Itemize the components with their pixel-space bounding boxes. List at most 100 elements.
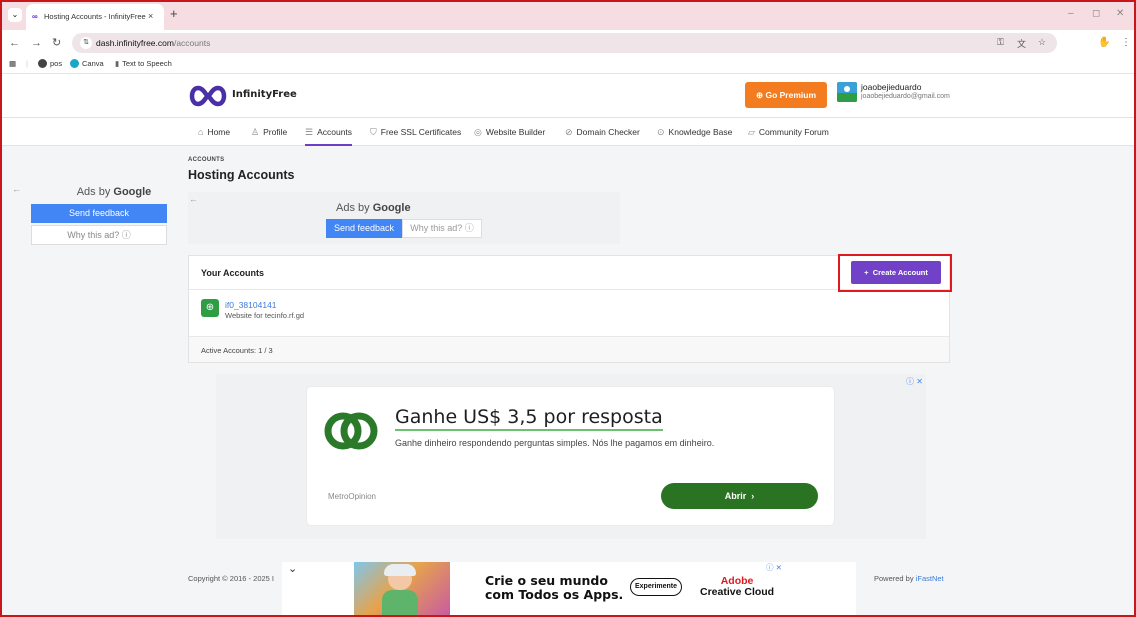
go-premium-button[interactable]: ⊕ Go Premium xyxy=(745,82,827,108)
ad-open-label: Abrir xyxy=(724,491,747,501)
new-tab-icon[interactable]: + xyxy=(170,7,178,21)
close-window-icon[interactable]: ✕ xyxy=(1116,8,1124,19)
apps-grid-icon[interactable]: ▦ xyxy=(9,59,16,68)
ad-headline[interactable]: Ganhe US$ 3,5 por resposta xyxy=(395,406,663,431)
side-ad: Ads by Google Send feedback Why this ad?… xyxy=(31,186,171,256)
bookmark-label: Text to Speech xyxy=(122,59,172,68)
forward-arrow-icon[interactable]: → xyxy=(31,37,42,49)
nav-label: Knowledge Base xyxy=(668,127,733,137)
bookmark-text-to-speech[interactable]: ▮ Text to Speech xyxy=(115,59,172,68)
ad-open-button[interactable]: Abrir › xyxy=(661,483,818,509)
google-label: Google xyxy=(372,202,411,214)
url-host: dash.infinityfree.com xyxy=(96,38,174,48)
back-arrow-icon[interactable]: ← xyxy=(189,194,198,204)
ad-subtext: Ganhe dinheiro respondendo perguntas sim… xyxy=(395,438,715,448)
chevron-down-icon[interactable]: ⌄ xyxy=(288,562,297,575)
ad-try-button[interactable]: Experimente xyxy=(630,578,682,596)
send-feedback-button[interactable]: Send feedback xyxy=(326,219,402,238)
globe-icon: ⊕ xyxy=(201,299,219,317)
chat-icon: ▱ xyxy=(748,127,755,137)
infinity-logo-icon[interactable] xyxy=(187,85,229,107)
ad-text: Crie o seu mundo com Todos os Apps. xyxy=(485,574,623,602)
nav-item-home[interactable]: ⌂ Home xyxy=(198,118,230,146)
back-arrow-icon[interactable]: ← xyxy=(12,184,21,194)
banner-ad-content[interactable]: Ganhe US$ 3,5 por resposta Ganhe dinheir… xyxy=(307,387,834,525)
chevron-down-icon[interactable]: ⌄ xyxy=(8,8,22,22)
nav-item-community-forum[interactable]: ▱ Community Forum xyxy=(748,118,829,146)
adchoices-icon[interactable]: ⓘ ✕ xyxy=(766,562,782,573)
top-ad: Ads by Google Send feedback Why this ad?… xyxy=(188,192,620,244)
check-circle-icon: ⊘ xyxy=(565,127,573,137)
avatar[interactable] xyxy=(837,82,857,102)
address-bar[interactable]: ⇅ dash.infinityfree.com/accounts ⚿ 文 ☆ xyxy=(72,33,1057,53)
restore-icon[interactable]: ◻ xyxy=(1092,8,1100,19)
ad-figure-body xyxy=(382,590,418,615)
nav-item-profile[interactable]: ♙ Profile xyxy=(251,118,287,146)
infinity-favicon-icon: ∞ xyxy=(32,12,38,21)
browser-tab-strip: ⌄ ∞ Hosting Accounts - InfinityFree × + … xyxy=(0,0,1136,30)
server-icon: ☰ xyxy=(305,127,314,137)
nav-item-free-ssl[interactable]: ⛉ Free SSL Certificates xyxy=(370,118,461,146)
banner-ad: ⓘ ✕ Ganhe US$ 3,5 por resposta Ganhe din… xyxy=(216,374,926,539)
active-accounts-count: Active Accounts: 1 / 3 xyxy=(201,346,273,355)
card-footer: Active Accounts: 1 / 3 xyxy=(189,336,949,362)
main-navigation: ⌂ Home ♙ Profile ☰ Accounts ⛉ Free SSL Certi… xyxy=(2,118,1134,146)
tab-close-icon[interactable]: × xyxy=(148,11,153,21)
nav-item-accounts[interactable]: ☰ Accounts xyxy=(305,118,353,146)
site-header: InfinityFree ⊕ Go Premium joaobejieduard… xyxy=(2,74,1134,118)
avatar-image xyxy=(837,82,857,102)
tab-title: Hosting Accounts - InfinityFree xyxy=(44,12,146,21)
ads-by-google: Ads by Google xyxy=(59,186,169,198)
help-circle-icon: ⊙ xyxy=(657,127,665,137)
accounts-card: Your Accounts + Create Account ⊕ if0_381… xyxy=(188,254,952,363)
user-name[interactable]: joaobejieduardo xyxy=(861,82,922,92)
pos-icon xyxy=(38,59,47,68)
logo-text[interactable]: InfinityFree xyxy=(232,89,297,100)
reload-icon[interactable]: ↻ xyxy=(52,37,61,49)
bookmark-label: pos xyxy=(50,59,63,68)
star-icon[interactable]: ☆ xyxy=(1038,37,1046,48)
send-feedback-button[interactable]: Send feedback xyxy=(31,204,167,223)
site-info-icon[interactable]: ⇅ xyxy=(80,37,92,49)
key-icon[interactable]: ⚿ xyxy=(997,37,1004,48)
chevron-right-icon: › xyxy=(746,491,755,501)
why-this-ad-button[interactable]: Why this ad? ⓘ xyxy=(31,225,167,245)
browser-tab-active[interactable]: ∞ Hosting Accounts - InfinityFree × xyxy=(26,4,164,30)
card-title: Your Accounts xyxy=(201,268,265,278)
nav-label: Community Forum xyxy=(758,127,829,137)
back-arrow-icon[interactable]: ← xyxy=(9,37,20,49)
page-body: ← Ads by Google Send feedback Why this a… xyxy=(2,146,1134,615)
bookmark-pos[interactable]: pos xyxy=(38,59,62,68)
bookmark-canva[interactable]: Canva xyxy=(70,59,104,68)
ads-by-label: Ads by xyxy=(336,202,373,214)
create-account-label: Create Account xyxy=(872,268,928,277)
nav-label: Website Builder xyxy=(485,127,546,137)
bottom-sticky-ad[interactable]: ⌄ Crie o seu mundo com Todos os Apps. Exp… xyxy=(282,562,856,615)
nav-item-knowledge-base[interactable]: ⊙ Knowledge Base xyxy=(657,118,732,146)
extension-icon[interactable]: ✋ xyxy=(1098,37,1110,48)
canva-icon xyxy=(70,59,79,68)
ads-by-label: Ads by xyxy=(76,186,114,198)
translate-icon[interactable]: 文 xyxy=(1017,37,1026,50)
create-account-button[interactable]: + Create Account xyxy=(851,261,941,284)
account-description: Website for tecinfo.rf.gd xyxy=(225,311,305,320)
ifastnet-link[interactable]: iFastNet xyxy=(916,574,944,583)
adobe-brand: Adobe Creative Cloud xyxy=(700,576,774,598)
nav-label: Free SSL Certificates xyxy=(380,127,462,137)
nav-item-domain-checker[interactable]: ⊘ Domain Checker xyxy=(565,118,640,146)
browser-toolbar: ← → ↻ ⇅ dash.infinityfree.com/accounts ⚿… xyxy=(0,30,1136,56)
url-path: /accounts xyxy=(173,38,211,48)
metroopinion-logo-icon xyxy=(324,412,378,450)
nav-item-website-builder[interactable]: ◎ Website Builder xyxy=(474,118,545,146)
account-link[interactable]: if0_38104141 xyxy=(225,300,277,310)
url-text[interactable]: dash.infinityfree.com/accounts xyxy=(96,38,210,48)
kebab-menu-icon[interactable]: ⋮ xyxy=(1121,37,1131,48)
why-this-ad-button[interactable]: Why this ad? ⓘ xyxy=(402,219,482,238)
breadcrumb[interactable]: ACCOUNTS xyxy=(188,157,224,163)
go-premium-label: Go Premium xyxy=(765,90,817,100)
minimize-icon[interactable]: – xyxy=(1068,8,1074,19)
bookmarks-bar: ▦ | pos Canva ▮ Text to Speech xyxy=(0,56,1136,74)
palette-icon: ◎ xyxy=(474,127,482,137)
ad-text-line1: Crie o seu mundo xyxy=(485,573,608,588)
adchoices-icon[interactable]: ⓘ ✕ xyxy=(906,376,923,387)
